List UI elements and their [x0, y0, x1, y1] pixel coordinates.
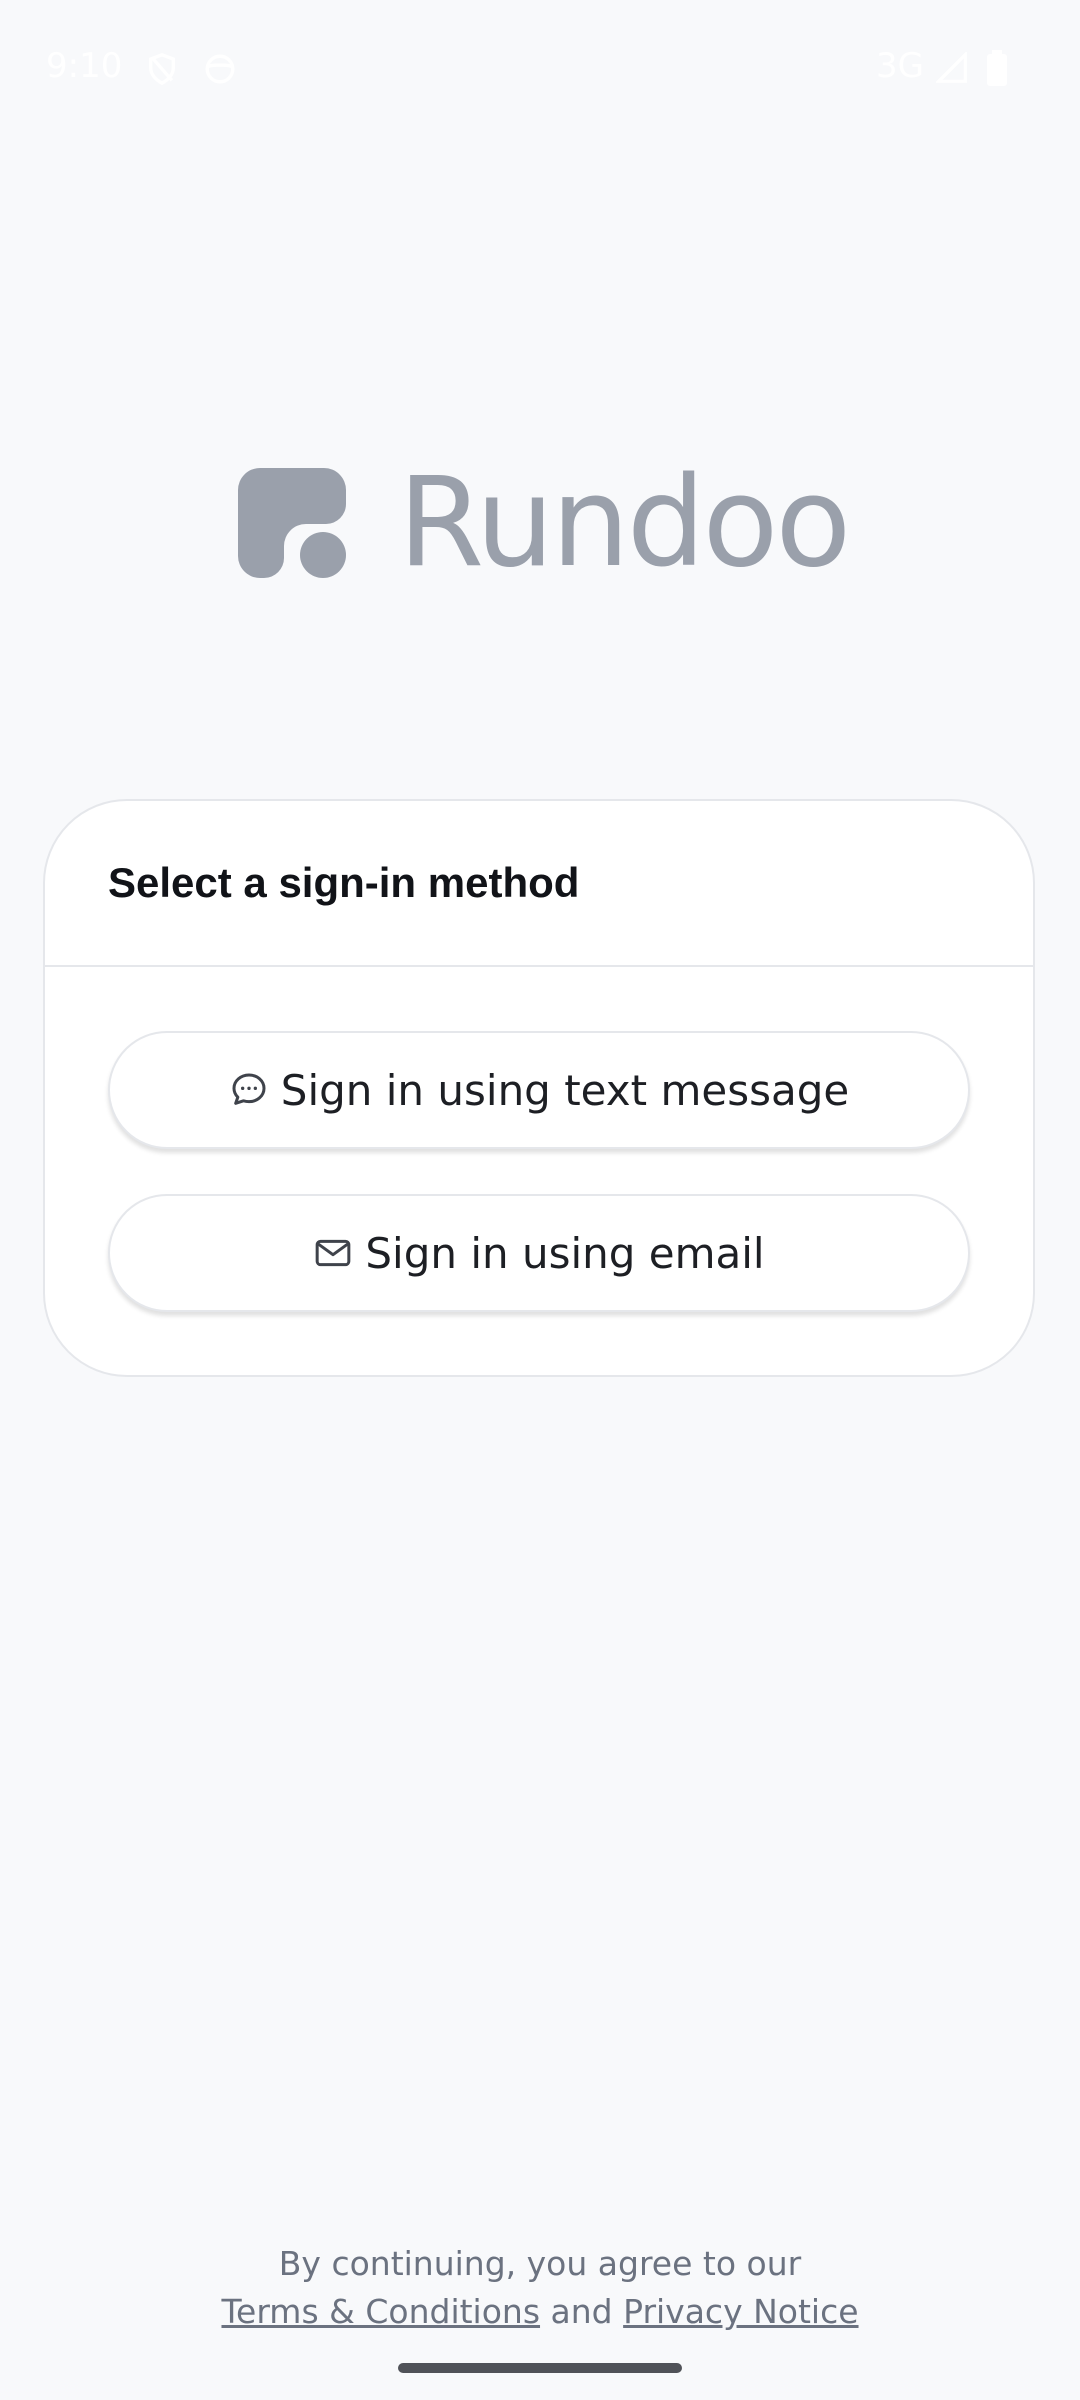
sign-in-email-label: Sign in using email	[365, 1228, 765, 1278]
legal-line-2: Terms & Conditions and Privacy Notice	[0, 2288, 1080, 2336]
sign-in-email-button[interactable]: Sign in using email	[108, 1194, 970, 1312]
brand: Rundoo	[238, 451, 851, 595]
privacy-notice-link[interactable]: Privacy Notice	[623, 2292, 858, 2331]
battery-icon	[986, 50, 1008, 86]
sign-in-text-message-button[interactable]: Sign in using text message	[108, 1031, 970, 1149]
shield-icon	[145, 52, 179, 86]
home-indicator[interactable]	[398, 2363, 682, 2373]
network-type: 3G	[876, 46, 924, 86]
status-time: 9:10	[46, 46, 123, 86]
sign-in-text-message-label: Sign in using text message	[280, 1065, 850, 1115]
sign-in-card: Select a sign-in method Sign in using te…	[43, 799, 1035, 1377]
status-bar: 9:10 3G	[0, 0, 1080, 136]
legal-notice: By continuing, you agree to our Terms & …	[0, 2240, 1080, 2336]
legal-conjunction: and	[550, 2292, 613, 2331]
card-header: Select a sign-in method	[45, 801, 1033, 967]
card-title: Select a sign-in method	[108, 859, 580, 906]
terms-conditions-link[interactable]: Terms & Conditions	[221, 2292, 540, 2331]
mail-icon	[313, 1233, 353, 1273]
rundoo-logo-icon	[238, 468, 346, 578]
face-icon	[203, 52, 237, 86]
legal-line-1: By continuing, you agree to our	[278, 2244, 802, 2283]
signal-icon	[934, 50, 968, 84]
chat-bubble-icon	[229, 1070, 269, 1110]
brand-name: Rundoo	[398, 451, 851, 595]
